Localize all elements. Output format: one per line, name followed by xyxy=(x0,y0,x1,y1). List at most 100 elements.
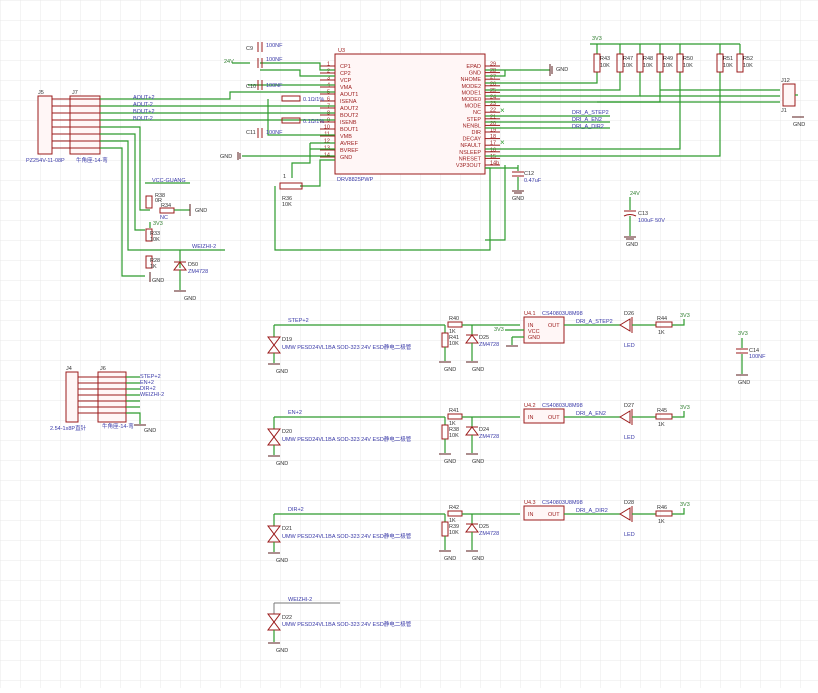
u3-pin-name: NFAULT xyxy=(460,143,481,149)
j6-part: 牛角座-14-弯 xyxy=(102,422,134,430)
pullup-val: 10K xyxy=(623,63,633,69)
esd-part: UMW PESD24VL1BA SOD-323 24V ESD静电二极管 xyxy=(282,343,412,351)
led-label: LED xyxy=(624,435,635,441)
j4-ref: J4 xyxy=(66,366,72,372)
c13-24v: 24V xyxy=(630,191,640,197)
esd-gnd: GND xyxy=(276,461,288,467)
opto-pin-out: OUT xyxy=(548,512,560,518)
u3-pin-name: MODE xyxy=(465,104,482,110)
svg-text:×: × xyxy=(500,138,505,147)
u3-pin-num: 25 xyxy=(490,88,496,94)
j7-part: 牛角座-14-弯 xyxy=(76,156,108,164)
svg-text:×: × xyxy=(500,106,505,115)
u3-pin-num: 21 xyxy=(490,114,496,120)
u3-pin-name: MODE0 xyxy=(461,97,481,103)
u3-pin-name: GND xyxy=(340,155,352,161)
esd-ref: D19 xyxy=(282,337,292,343)
opto-pin-in: IN xyxy=(528,415,534,421)
c13-val: 100uF 50V xyxy=(638,218,665,224)
u3-pin-num: 14b xyxy=(490,161,499,167)
opto-pin-in: IN xyxy=(528,512,534,518)
c12-ref: C12 xyxy=(524,171,534,177)
led-r-val: 1K xyxy=(658,519,665,525)
schematic-sheet: U3 DRV8825PWP 1 CP1 2 CP2 3 VCP 4 VMA 5 AOUT1 6 ISE… xyxy=(0,0,818,688)
r28-val: 1K xyxy=(150,264,157,270)
zener-val: ZM4728 xyxy=(479,434,499,440)
esd-gnd: GND xyxy=(276,558,288,564)
r33-3v3: 3V3 xyxy=(153,221,163,227)
u3-pin-name: GND xyxy=(469,71,481,77)
c9-val: 100NF xyxy=(266,43,283,49)
opto-part: CS40803U8M98 xyxy=(542,311,583,317)
led-r-val: 1K xyxy=(658,422,665,428)
sense-r2-val: 0.1Ω/1% xyxy=(303,119,324,125)
u3-pin-name: AVREF xyxy=(340,141,359,147)
c12-gnd: GND xyxy=(512,196,524,202)
j6-ref: J6 xyxy=(100,366,106,372)
c14-val: 100NF xyxy=(749,354,766,360)
u3-pin-name: VMB xyxy=(340,134,352,140)
u3-pin-name: NC xyxy=(473,110,481,116)
zener-gnd: GND xyxy=(472,459,484,465)
zener-gnd: GND xyxy=(472,367,484,373)
pullup-ref: R49 xyxy=(663,56,673,62)
c14-gnd: GND xyxy=(738,380,750,386)
led-3v3: 3V3 xyxy=(680,313,690,319)
u3-pin-name: CP2 xyxy=(340,71,351,77)
pulldown-gnd: GND xyxy=(444,367,456,373)
u3-pin-name: NSLEEP xyxy=(459,150,481,156)
j5-part: PZ254V-11-08P xyxy=(26,158,65,164)
u3-driver-ic[interactable]: U3 DRV8825PWP 1 CP12 CP23 VCP4 VMA5 AOUT16 ISE… xyxy=(320,48,500,183)
c9-ref: C9 xyxy=(246,46,253,52)
c8-val: 100NF xyxy=(266,57,283,63)
led-3v3: 3V3 xyxy=(680,405,690,411)
pullup-ref: R52 xyxy=(743,56,753,62)
net-dri-en-top: DRI_A_EN2 xyxy=(572,117,602,123)
led-label: LED xyxy=(624,532,635,538)
opto-ref: U4.3 xyxy=(524,500,536,506)
u3-pin-name: BVREF xyxy=(340,148,359,154)
u3-pin-name: CP1 xyxy=(340,64,351,70)
u3-pin-name: ISENB xyxy=(340,120,357,126)
c10-val: 100NF xyxy=(266,83,283,89)
u3-pin-num: 26 xyxy=(490,81,496,87)
j6-net-weizhi: WEIZHI-2 xyxy=(140,392,164,398)
u3-pin-name: ISENA xyxy=(340,99,357,105)
r36-val: 10K xyxy=(282,202,292,208)
c12-val: 0.47uF xyxy=(524,178,542,184)
zener-val: ZM4728 xyxy=(479,342,499,348)
j5-ref: J5 xyxy=(38,90,44,96)
net-vcc-guang: VCC-GUANG xyxy=(152,178,186,184)
esd-gnd: GND xyxy=(276,369,288,375)
u3-pin-name: NRESET xyxy=(459,156,482,162)
pullup-val: 10K xyxy=(643,63,653,69)
u3-pin-name: DIR xyxy=(472,130,482,136)
opto-ref: U4.2 xyxy=(524,403,536,409)
d22-gnd: GND xyxy=(276,648,288,654)
pullup-ref: R48 xyxy=(643,56,653,62)
u3-part: DRV8825PWP xyxy=(337,177,374,183)
u3-pin-num: 10 xyxy=(324,125,330,131)
d50-gnd: GND xyxy=(184,296,196,302)
gnd-u3-label: GND xyxy=(220,154,232,160)
u3-pin-num: 28 xyxy=(490,68,496,74)
pullup-ref: R47 xyxy=(623,56,633,62)
r28-gnd: GND xyxy=(152,278,164,284)
zener-ref: D25 xyxy=(479,335,489,341)
u3-pin-name: NENBL xyxy=(463,123,481,129)
u3-pin-name: VMA xyxy=(340,85,352,91)
d22-ref: D22 xyxy=(282,615,292,621)
u3-pin-num: 6 xyxy=(327,97,330,103)
u3-ref: U3 xyxy=(338,48,345,54)
u3-pin-name: BOUT2 xyxy=(340,113,358,119)
u3-pin-name: STEP xyxy=(467,117,482,123)
u3-pin-name: AOUT1 xyxy=(340,92,358,98)
pullup-val: 10K xyxy=(683,63,693,69)
channel-net-in: DIR+2 xyxy=(288,507,304,513)
pulldown-gnd: GND xyxy=(444,459,456,465)
led-ref: D26 xyxy=(624,311,634,317)
u3-pin-name: AOUT2 xyxy=(340,106,358,112)
c11-ref: C11 xyxy=(246,130,256,136)
pullup-val: 10K xyxy=(600,63,610,69)
esd-part: UMW PESD24VL1BA SOD-323 24V ESD静电二极管 xyxy=(282,435,412,443)
